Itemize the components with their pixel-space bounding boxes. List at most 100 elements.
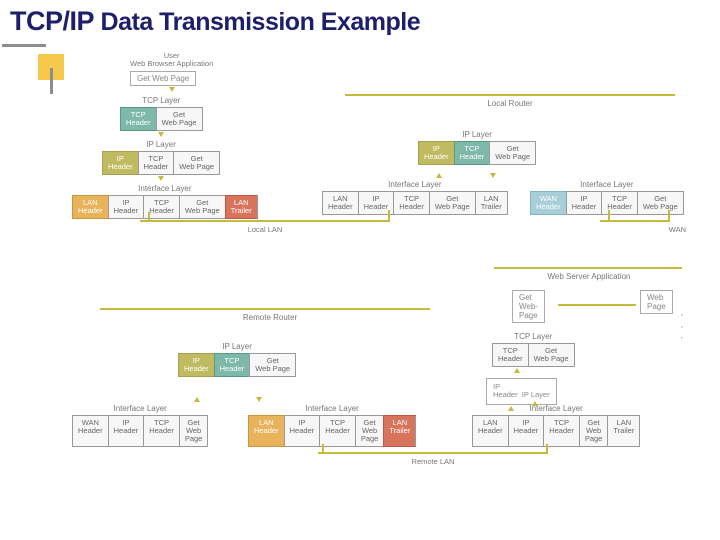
interface-layer-label-4: Interface Layer: [72, 404, 208, 413]
payload-cell: Get Web Page: [179, 415, 209, 447]
payload-cell: Get Web Page: [489, 141, 536, 165]
ws-get-row: Get Web- Page: [512, 290, 545, 323]
lan-trailer-cell: LAN Trailer: [225, 195, 258, 219]
slide-title: TCP/IP Data Transmission Example: [10, 6, 420, 37]
payload-cell: Get Web Page: [528, 343, 575, 367]
tcp-row-server: TCP Header Get Web Page: [492, 343, 575, 367]
ws-get-web-page: Get Web- Page: [512, 290, 545, 323]
payload-cell: Get Web Page: [355, 415, 384, 447]
title-sub: Data Transmission Example: [101, 8, 421, 36]
continuation-dots: ···: [680, 310, 687, 345]
payload-cell: Get Web Page: [429, 191, 475, 215]
ip-layer-label-2: IP Layer: [418, 130, 536, 139]
wan-row-router-out: WAN Header IP Header TCP Header Get Web …: [530, 191, 684, 215]
lan-row-1: LAN Header IP Header TCP Header Get Web …: [72, 195, 258, 219]
lan-row-server-in: LAN Header IP Header TCP Header Get Web …: [472, 415, 640, 447]
ip-header-cell: IP Header: [178, 353, 214, 377]
payload-cell: Get Web Page: [249, 353, 296, 377]
decor-bar-1: [2, 44, 46, 47]
tcp-header-cell-plain: TCP Header: [138, 151, 174, 175]
payload-cell: Get Web Page: [579, 415, 608, 447]
ws-web-page: Web Page: [640, 290, 673, 314]
vconn-5: [322, 444, 324, 452]
payload-cell: Get Web Page: [156, 107, 203, 131]
decor-bar-2: [50, 68, 53, 94]
arrow-up-r1: [436, 173, 442, 178]
ip-header-cell-plain: IP Header: [108, 415, 144, 447]
local-lan-bar: [140, 220, 390, 222]
tcp-header-cell-plain: TCP Header: [143, 415, 179, 447]
tcp-layer-label-2: TCP Layer: [492, 332, 575, 341]
tcp-header-cell-plain: TCP Header: [492, 343, 528, 367]
payload-cell: Get Web Page: [173, 151, 220, 175]
ip-header-cell: IP Header: [418, 141, 454, 165]
web-server-app-label: Web Server Application: [494, 272, 684, 281]
lan-trailer-cell-plain: LAN Trailer: [475, 191, 508, 215]
ip-header-cell: IP Header: [102, 151, 138, 175]
remote-router-label: Remote Router: [100, 313, 440, 322]
ip-layer-box-server: IP Header IP Layer: [486, 378, 557, 405]
arrow-up-rr1: [194, 397, 200, 402]
interface-layer-label-6: Interface Layer: [472, 404, 640, 413]
vconn-1: [148, 212, 150, 220]
user-label: User Web Browser Application: [130, 52, 213, 68]
arrow-down-1: [169, 87, 175, 92]
wan-label: WAN: [600, 226, 686, 234]
vconn-6: [546, 444, 548, 452]
tcp-header-cell: TCP Header: [214, 353, 250, 377]
wan-row-rrouter-in: WAN Header IP Header TCP Header Get Web …: [72, 415, 208, 447]
tcp-header-cell: TCP Header: [120, 107, 156, 131]
tcp-layer-label-1: TCP Layer: [120, 96, 203, 105]
title-main: TCP/IP: [10, 6, 94, 36]
vconn-2: [388, 210, 390, 220]
interface-layer-label-5: Interface Layer: [248, 404, 416, 413]
lan-header-cell: LAN Header: [248, 415, 284, 447]
ip-header-cell-plain: IP Header: [566, 191, 602, 215]
tcp-row-1: TCP Header Get Web Page: [120, 107, 203, 131]
wan-bar: [600, 220, 670, 222]
arrow-down-r1: [490, 173, 496, 178]
ip-header-cell-plain: IP Header: [508, 415, 544, 447]
tcp-header-cell-plain: TCP Header: [393, 191, 429, 215]
wan-header-cell-plain: WAN Header: [72, 415, 108, 447]
vconn-3: [608, 210, 610, 220]
interface-layer-label-2: Interface Layer: [322, 180, 508, 189]
ip-row-1: IP Header TCP Header Get Web Page: [102, 151, 220, 175]
arrow-down-rr1: [256, 397, 262, 402]
lan-header-cell-plain: LAN Header: [322, 191, 358, 215]
interface-layer-label-3: Interface Layer: [530, 180, 684, 189]
ip-layer-label-1: IP Layer: [102, 140, 220, 149]
lan-trailer-cell: LAN Trailer: [383, 415, 416, 447]
ip-header-cell-plain: IP Header: [108, 195, 144, 219]
vconn-4: [668, 210, 670, 220]
arrow-up-srv1: [514, 368, 520, 373]
ip-layer-label-3: IP Layer: [178, 342, 296, 351]
tcp-header-cell-plain: TCP Header: [543, 415, 579, 447]
payload-cell: Get Web Page: [637, 191, 684, 215]
ip-row-router: IP Header TCP Header Get Web Page: [418, 141, 536, 165]
remote-lan-bar: [318, 452, 548, 454]
tcp-header-cell: TCP Header: [454, 141, 490, 165]
ip-header-cell-plain: IP Header: [284, 415, 320, 447]
arrow-down-3: [158, 176, 164, 181]
lan-header-cell: LAN Header: [72, 195, 108, 219]
local-lan-label: Local LAN: [140, 226, 390, 234]
remote-lan-label: Remote LAN: [318, 458, 548, 466]
lan-row-rrouter-out: LAN Header IP Header TCP Header Get Web …: [248, 415, 416, 447]
lan-header-cell-plain: LAN Header: [472, 415, 508, 447]
arrow-down-2: [158, 132, 164, 137]
tcp-header-cell-plain: TCP Header: [319, 415, 355, 447]
lan-trailer-cell-plain: LAN Trailer: [607, 415, 640, 447]
user-get-web-page: Get Web Page: [130, 71, 196, 86]
arrow-up-srv3: [532, 401, 538, 406]
router-topbar: [345, 94, 675, 96]
ws-topbar: [494, 267, 682, 269]
tcp-header-cell-plain: TCP Header: [601, 191, 637, 215]
remote-router-bar: [100, 308, 430, 310]
wan-header-cell: WAN Header: [530, 191, 566, 215]
ws-link-bar: [558, 304, 636, 306]
ip-row-rrouter: IP Header TCP Header Get Web Page: [178, 353, 296, 377]
local-router-label: Local Router: [340, 99, 680, 108]
lan-row-router-in: LAN Header IP Header TCP Header Get Web …: [322, 191, 508, 215]
payload-cell: Get Web Page: [179, 195, 225, 219]
